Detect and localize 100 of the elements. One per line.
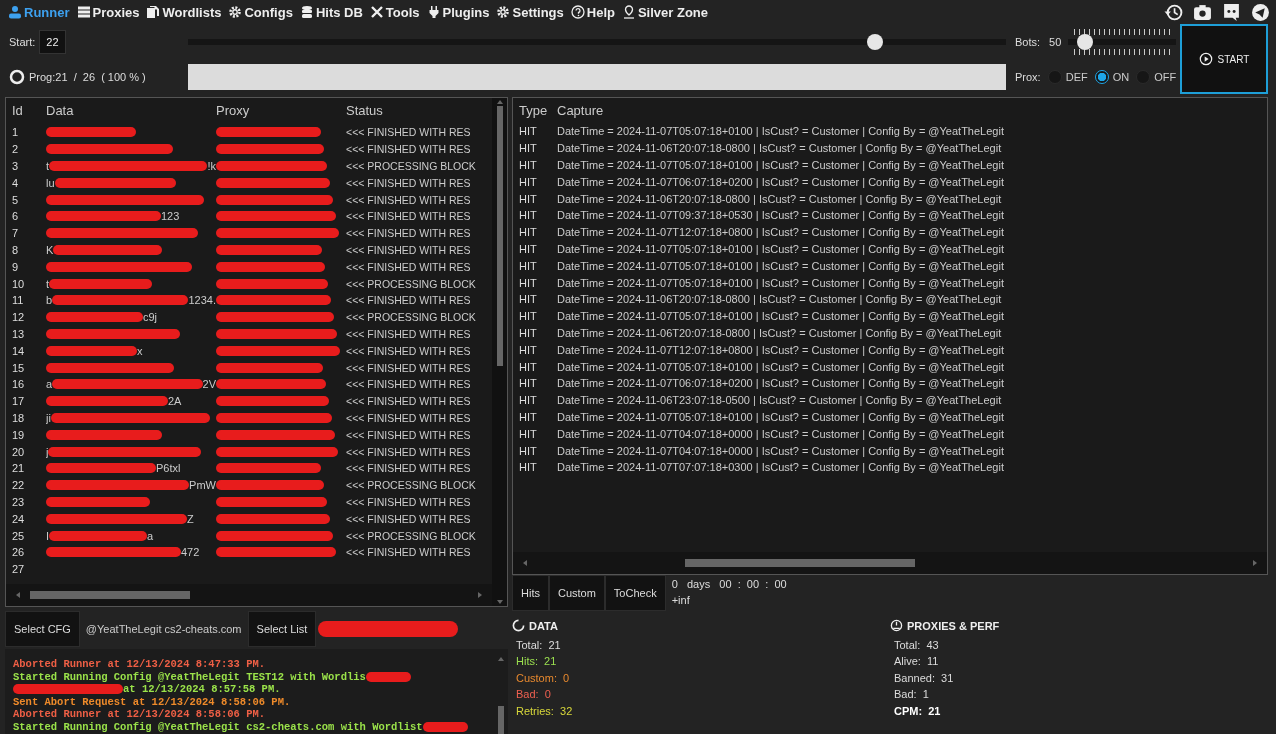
nav-tab[interactable]: Tools: [369, 4, 420, 20]
table-cell-text: HIT: [518, 410, 538, 423]
nav-tab[interactable]: Proxies: [76, 4, 140, 20]
column-header[interactable]: Type: [513, 102, 557, 118]
table-cell-text: <<< FINISHED WITH RES: [346, 193, 472, 206]
radio-button[interactable]: [1094, 69, 1109, 84]
data-fragment: 123: [161, 210, 180, 223]
slider-thumb[interactable]: [1077, 33, 1094, 50]
gauge-icon: [890, 619, 903, 632]
select-list-button[interactable]: Select List: [247, 611, 317, 647]
bots-slider[interactable]: [1068, 26, 1177, 57]
table-cell: DateTime = 2024-11-07T12:07:18+0800 | IsCust? = Customer | Config By = @YeatTheLegit: [557, 343, 1004, 356]
table-cell-text: <<< PROCESSING BLOCK: [346, 479, 477, 492]
table-cell-text: 25: [11, 529, 26, 542]
column-header[interactable]: Data: [46, 102, 216, 118]
stat-line: Hits: 21: [515, 655, 558, 667]
table-cell: DateTime = 2024-11-07T06:07:18+0200 | IsCust? = Customer | Config By = @YeatTheLegit: [557, 175, 1004, 188]
data-fragment: ji: [46, 411, 51, 424]
horizontal-scrollbar[interactable]: [513, 552, 1267, 574]
scroll-left-icon[interactable]: [521, 559, 529, 567]
table-cell-text: <<< FINISHED WITH RES: [346, 462, 472, 475]
stat-line: Total: 43: [893, 638, 940, 651]
table-cell: DateTime = 2024-11-06T20:07:18-0800 | IsCust? = Customer | Config By = @YeatTheLegit: [557, 293, 1002, 306]
column-header[interactable]: Id: [6, 102, 46, 118]
log-line: Started Running Config @YeatTheLegit cs2-cheats.com with Wordlist: [13, 720, 423, 733]
elapsed-time: 0 days 00 : 00 : 00: [671, 578, 787, 590]
table-cell-text: <<< FINISHED WITH RES: [346, 327, 472, 340]
nav-tab[interactable]: Configs: [228, 4, 293, 20]
data-fragment: 472: [181, 546, 200, 559]
table-cell-text: <<< FINISHED WITH RES: [346, 260, 472, 273]
proxy-mode-label: Prox:: [1015, 70, 1041, 83]
log-line: at 12/13/2024 8:57:58 PM.: [123, 683, 281, 696]
table-cell: DateTime = 2024-11-07T05:07:18+0100 | IsCust? = Customer | Config By = @YeatTheLegit: [557, 360, 1004, 373]
nav-tab[interactable]: Help: [570, 4, 615, 20]
stat-line: Bad: 0: [515, 688, 552, 700]
table-cell: DateTime = 2024-11-06T20:07:18-0800 | IsCust? = Customer | Config By = @YeatTheLegit: [557, 142, 1002, 155]
table-cell-text: 4: [11, 176, 20, 189]
camera-icon[interactable]: [1193, 2, 1212, 22]
table-cell: DateTime = 2024-11-07T06:07:18+0200 | IsCust? = Customer | Config By = @YeatTheLegit: [557, 377, 1004, 390]
table-cell-text: HIT: [518, 209, 538, 222]
section-title: DATA: [529, 619, 558, 632]
table-cell-text: HIT: [518, 377, 538, 390]
nav-tab[interactable]: Plugins: [426, 4, 490, 20]
scroll-up-icon[interactable]: [495, 98, 504, 106]
table-cell-text: <<< FINISHED WITH RES: [346, 361, 472, 374]
table-cell: DateTime = 2024-11-07T04:07:18+0000 | IsCust? = Customer | Config By = @YeatTheLegit: [557, 444, 1004, 457]
data-fragment: b: [46, 294, 53, 307]
scrollbar-thumb[interactable]: [497, 706, 504, 734]
radio-label[interactable]: OFF: [1154, 70, 1177, 83]
scroll-left-icon[interactable]: [14, 591, 22, 599]
table-cell: DateTime = 2024-11-07T05:07:18+0100 | IsCust? = Customer | Config By = @YeatTheLegit: [557, 310, 1004, 323]
start-slider[interactable]: [188, 33, 1006, 50]
scroll-up-icon[interactable]: [496, 655, 505, 663]
table-cell-text: 7: [11, 227, 20, 240]
nav-tab[interactable]: Wordlists: [146, 4, 222, 20]
radio-label[interactable]: DEF: [1065, 70, 1088, 83]
slider-thumb[interactable]: [867, 33, 884, 50]
nav-tab[interactable]: Settings: [496, 4, 564, 20]
results-tab[interactable]: Hits: [512, 575, 549, 611]
ring-icon: [512, 619, 525, 632]
table-cell-text: <<< PROCESSING BLOCK: [346, 311, 477, 324]
table-cell-text: HIT: [518, 259, 538, 272]
table-cell-text: 23: [11, 495, 26, 508]
column-header[interactable]: Proxy: [216, 102, 346, 118]
data-fragment: lu: [46, 176, 55, 189]
table-cell-text: 1: [11, 126, 20, 139]
nav-tab[interactable]: Runner: [8, 4, 70, 20]
scroll-right-icon[interactable]: [1251, 559, 1259, 567]
select-config-button[interactable]: Select CFG: [5, 611, 80, 647]
data-fragment: a: [46, 378, 53, 391]
table-cell-text: HIT: [518, 326, 538, 339]
table-cell-text: <<< FINISHED WITH RES: [346, 395, 472, 408]
data-fragment: c9j: [143, 311, 158, 324]
table-cell-text: HIT: [518, 444, 538, 457]
table-cell: DateTime = 2024-11-07T05:07:18+0100 | IsCust? = Customer | Config By = @YeatTheLegit: [557, 410, 1004, 423]
table-cell-text: <<< FINISHED WITH RES: [346, 546, 472, 559]
results-tab[interactable]: Custom: [548, 575, 605, 611]
table-cell-text: <<< FINISHED WITH RES: [346, 378, 472, 391]
start-field[interactable]: 22: [39, 29, 66, 54]
table-cell-text: HIT: [518, 310, 538, 323]
history-icon[interactable]: [1164, 2, 1183, 22]
vertical-scrollbar[interactable]: [492, 98, 507, 606]
scroll-right-icon[interactable]: [476, 591, 484, 599]
log-line: Aborted Runner at 12/13/2024 8:58:06 PM.: [13, 708, 266, 721]
start-button[interactable]: START: [1180, 24, 1268, 94]
horizontal-scrollbar[interactable]: [6, 584, 492, 606]
data-fragment: t: [46, 160, 50, 172]
table-cell-text: <<< PROCESSING BLOCK: [346, 277, 477, 290]
column-header[interactable]: Status: [346, 102, 492, 118]
column-header[interactable]: Capture: [557, 102, 604, 118]
nav-tab[interactable]: Hits DB: [299, 4, 363, 20]
nav-tab[interactable]: Silver Zone: [621, 4, 709, 20]
table-cell: DateTime = 2024-11-06T20:07:18-0800 | IsCust? = Customer | Config By = @YeatTheLegit: [557, 192, 1002, 205]
chat-icon[interactable]: [1222, 2, 1241, 22]
scroll-down-icon[interactable]: [495, 598, 504, 606]
paper-plane-icon[interactable]: [1251, 2, 1270, 22]
stat-line: Retries: 32: [515, 704, 574, 717]
server-icon: [76, 5, 91, 19]
radio-label[interactable]: ON: [1112, 70, 1130, 83]
results-tab[interactable]: ToCheck: [604, 575, 666, 611]
